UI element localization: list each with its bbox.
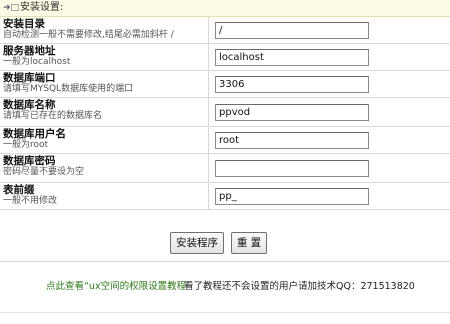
- install-dir-hint: 自动检测一般不需要修改,结尾必需加斜杆 /: [3, 30, 174, 40]
- table-prefix-hint: 一般不用修改: [3, 196, 58, 206]
- section-header: ➜□安装设置:: [0, 0, 450, 17]
- install-dir-input[interactable]: [215, 22, 369, 39]
- server-address-hint: 一般为localhost: [3, 57, 71, 67]
- row-label-cell: 数据库用户名 一般为root: [0, 127, 209, 153]
- divider: [0, 312, 450, 313]
- row-label-cell: 数据库密码 密码尽量不要设为空: [0, 154, 209, 182]
- row-db-password: 数据库密码 密码尽量不要设为空: [0, 154, 450, 183]
- action-bar: 安装程序 重 置: [0, 224, 450, 262]
- row-db-user: 数据库用户名 一般为root: [0, 127, 450, 154]
- permission-tutorial-link[interactable]: 点此查看“ux空间的权限设置教程: [46, 277, 186, 297]
- row-label-cell: 数据库端口 请填写MYSQL数据库使用的端口: [0, 71, 209, 97]
- row-label-cell: 安装目录 自动检测一般不需要修改,结尾必需加斜杆 /: [0, 17, 209, 43]
- settings-rows: 安装目录 自动检测一般不需要修改,结尾必需加斜杆 / 服务器地址 一般为loca…: [0, 17, 450, 210]
- row-install-dir: 安装目录 自动检测一般不需要修改,结尾必需加斜杆 /: [0, 17, 450, 44]
- install-settings-panel: ➜□安装设置: 安装目录 自动检测一般不需要修改,结尾必需加斜杆 / 服务器地址…: [0, 0, 450, 324]
- table-prefix-input[interactable]: [215, 188, 369, 205]
- db-password-label: 数据库密码: [3, 155, 56, 167]
- footer: 点此查看“ux空间的权限设置教程 看了教程还不会设置的用户请加技术QQ：2715…: [0, 277, 450, 297]
- db-name-input[interactable]: [215, 104, 369, 121]
- db-user-input[interactable]: [215, 132, 369, 149]
- server-address-input[interactable]: [215, 49, 369, 66]
- row-table-prefix: 表前缀 一般不用修改: [0, 183, 450, 210]
- install-button[interactable]: 安装程序: [170, 232, 224, 254]
- db-user-label: 数据库用户名: [3, 128, 66, 140]
- db-user-hint: 一般为root: [3, 140, 49, 150]
- row-db-port: 数据库端口 请填写MYSQL数据库使用的端口: [0, 71, 450, 98]
- db-name-hint: 请填写已存在的数据库名: [3, 111, 103, 121]
- db-port-hint: 请填写MYSQL数据库使用的端口: [3, 84, 134, 94]
- row-server-address: 服务器地址 一般为localhost: [0, 44, 450, 71]
- tech-support-text: 看了教程还不会设置的用户请加技术QQ：271513820: [184, 281, 415, 292]
- table-prefix-label: 表前缀: [3, 184, 35, 196]
- db-port-input[interactable]: [215, 76, 369, 93]
- db-password-hint: 密码尽量不要设为空: [3, 167, 85, 177]
- section-title: 安装设置:: [20, 2, 64, 13]
- arrow-icon: ➜□: [3, 3, 20, 13]
- row-db-name: 数据库名称 请填写已存在的数据库名: [0, 98, 450, 127]
- row-label-cell: 服务器地址 一般为localhost: [0, 44, 209, 70]
- server-address-label: 服务器地址: [3, 45, 56, 57]
- db-port-label: 数据库端口: [3, 72, 56, 84]
- install-dir-label: 安装目录: [3, 18, 45, 30]
- reset-button[interactable]: 重 置: [231, 232, 267, 254]
- row-label-cell: 表前缀 一般不用修改: [0, 183, 209, 209]
- row-label-cell: 数据库名称 请填写已存在的数据库名: [0, 98, 209, 126]
- db-name-label: 数据库名称: [3, 99, 56, 111]
- db-password-input[interactable]: [215, 160, 369, 177]
